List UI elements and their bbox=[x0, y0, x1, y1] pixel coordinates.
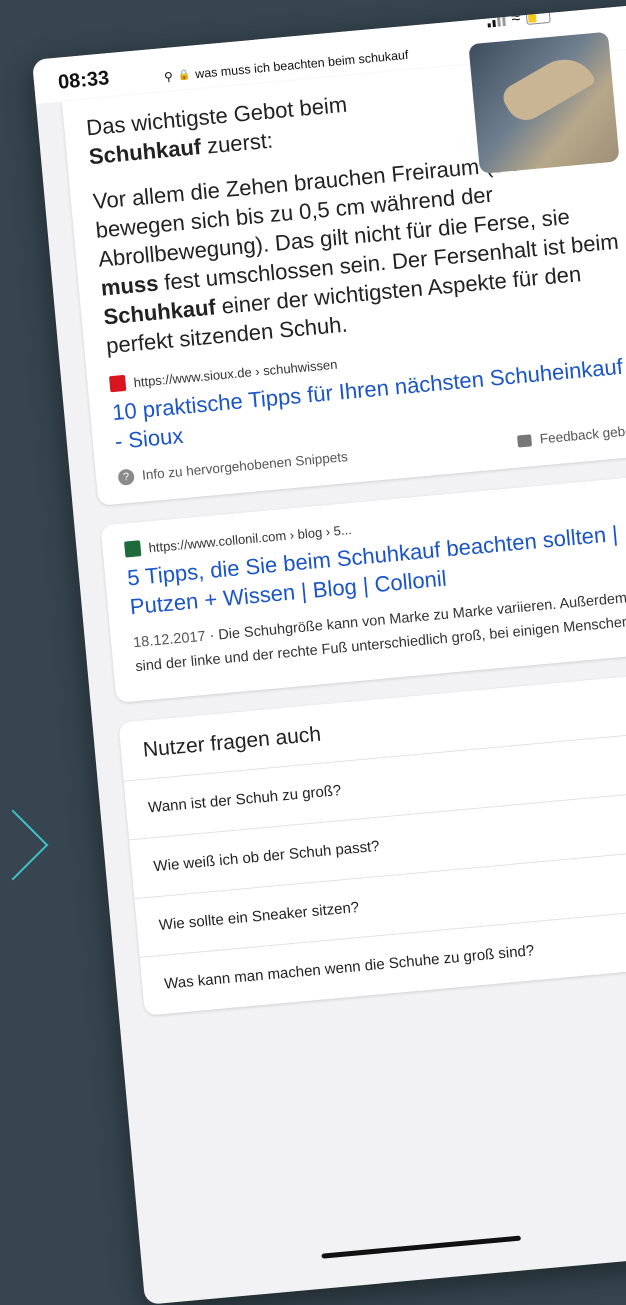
snippet-info-link[interactable]: ? Info zu hervorgehobenen Snippets bbox=[117, 449, 349, 487]
people-also-ask-card: Nutzer fragen auch Wann ist der Schuh zu… bbox=[118, 671, 626, 1017]
phone-screen: 08:33 ≈ ⚲ 🔒 was muss ich beachten beim s… bbox=[32, 3, 626, 1305]
feedback-icon bbox=[517, 434, 533, 448]
snippet-body: Vor allem die Zehen brauchen Freiraum (s… bbox=[92, 140, 626, 361]
result-date: 18.12.2017 bbox=[132, 629, 207, 652]
signal-icon bbox=[487, 13, 507, 28]
chevron-right-icon bbox=[0, 809, 49, 881]
snippet-heading: Das wichtigste Gebot beim Schuhkauf zuer… bbox=[85, 91, 349, 170]
collonil-favicon-icon bbox=[124, 540, 142, 559]
shoe-image bbox=[498, 47, 597, 128]
status-icons: ≈ bbox=[487, 7, 551, 31]
snippet-bold-text: muss bbox=[99, 270, 160, 301]
lock-icon: 🔒 bbox=[177, 69, 191, 82]
status-time: 08:33 bbox=[57, 67, 111, 94]
featured-snippet-card: Das wichtigste Gebot beim Schuhkauf zuer… bbox=[61, 31, 626, 507]
sioux-favicon-icon bbox=[108, 374, 127, 393]
search-result-card: https://www.collonil.com › blog › 5... 5… bbox=[100, 474, 626, 704]
battery-icon bbox=[525, 9, 551, 25]
wifi-icon: ≈ bbox=[510, 9, 521, 28]
search-icon: ⚲ bbox=[163, 69, 174, 85]
home-indicator[interactable] bbox=[321, 1235, 522, 1259]
snippet-thumbnail[interactable] bbox=[468, 31, 620, 174]
feedback-link[interactable]: Feedback geben bbox=[517, 422, 626, 449]
help-icon: ? bbox=[117, 468, 135, 487]
